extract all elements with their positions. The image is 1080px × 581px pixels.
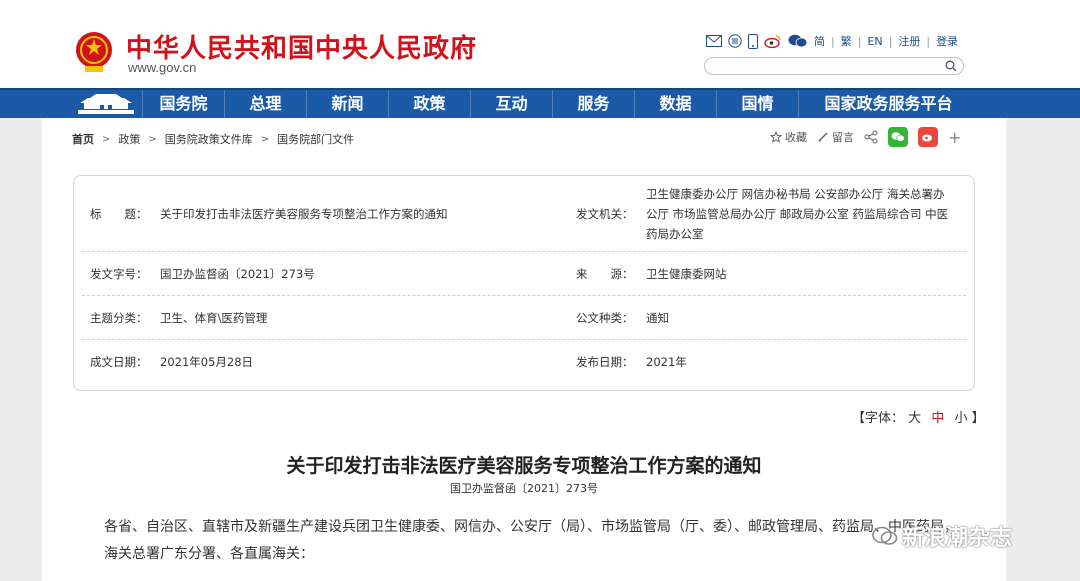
source-value: 卫生健康委网站: [646, 267, 727, 281]
nav-gov-service-platform[interactable]: 国家政务服务平台: [798, 90, 978, 118]
issuer-label: 发文机关：: [576, 207, 634, 221]
breadcrumb-policy-library[interactable]: 国务院政策文件库: [165, 131, 253, 147]
utility-bar: 简 | 繁 | EN | 注册 | 登录: [706, 32, 958, 50]
font-size-switcher: 【字体： 大 中 小 】: [852, 411, 985, 426]
weibo-icon[interactable]: [764, 34, 782, 48]
share-weibo-button[interactable]: [918, 127, 938, 147]
breadcrumb-policy[interactable]: 政策: [118, 131, 140, 147]
info-row-title: 标 题： 关于印发打击非法医疗美容服务专项整治工作方案的通知 发文机关： 卫生健…: [82, 176, 966, 252]
main-nav: 国务院 总理 新闻 政策 互动 服务 数据 国情 国家政务服务平台: [0, 88, 1080, 118]
nav-news[interactable]: 新闻: [306, 90, 388, 118]
reader-icon[interactable]: [728, 34, 742, 48]
search-input[interactable]: [704, 57, 964, 75]
wechat-icon: [891, 132, 905, 142]
info-row-docno: 发文字号： 国卫办监督函〔2021〕273号 来 源： 卫生健康委网站: [82, 252, 966, 296]
docno-value: 国卫办监督函〔2021〕273号: [160, 267, 315, 281]
pencil-icon: [818, 132, 828, 142]
nav-national-info[interactable]: 国情: [716, 90, 798, 118]
message-button[interactable]: 留言: [817, 129, 854, 145]
document-body: 各省、自治区、直辖市及新疆生产建设兵团卫生健康委、网信办、公安厅（局）、市场监管…: [104, 519, 958, 562]
type-value: 通知: [646, 311, 669, 325]
document-title: 关于印发打击非法医疗美容服务专项整治工作方案的通知: [286, 455, 762, 477]
chevron-right-icon: >: [148, 133, 157, 145]
page-tools: 收藏 留言 +: [770, 127, 961, 147]
topic-value: 卫生、体育\医药管理: [160, 311, 268, 325]
lang-english[interactable]: EN: [867, 35, 882, 48]
breadcrumb-dept-docs[interactable]: 国务院部门文件: [277, 131, 354, 147]
nav-state-council[interactable]: 国务院: [142, 90, 224, 118]
nav-premier[interactable]: 总理: [224, 90, 306, 118]
docno-label: 发文字号：: [90, 267, 148, 281]
title-value: 关于印发打击非法医疗美容服务专项整治工作方案的通知: [160, 207, 448, 221]
favorite-button[interactable]: 收藏: [770, 129, 807, 145]
published-label: 发布日期：: [576, 355, 634, 369]
breadcrumb-home[interactable]: 首页: [72, 131, 94, 147]
tiananmen-logo-icon[interactable]: [70, 90, 142, 118]
site-header: 中华人民共和国中央人民政府 www.gov.cn 简 | 繁 | EN | 注册…: [0, 0, 1080, 88]
info-row-topic: 主题分类： 卫生、体育\医药管理 公文种类： 通知: [82, 296, 966, 340]
source-label: 来 源：: [576, 267, 634, 281]
document-number: 国卫办监督函〔2021〕273号: [450, 482, 598, 495]
more-share-icon[interactable]: +: [948, 128, 961, 147]
nav-policy[interactable]: 政策: [388, 90, 470, 118]
mail-icon[interactable]: [706, 35, 722, 47]
published-value: 2021年: [646, 355, 687, 369]
breadcrumb: 首页 > 政策 > 国务院政策文件库 > 国务院部门文件: [72, 131, 354, 147]
issuer-value: 卫生健康委办公厅 网信办秘书局 公安部办公厅 海关总署办公厅 市场监管总局办公厅…: [646, 187, 949, 241]
login-link[interactable]: 登录: [936, 33, 958, 49]
mobile-icon[interactable]: [748, 33, 758, 49]
info-row-dates: 成文日期： 2021年05月28日 发布日期： 2021年: [82, 340, 966, 384]
wechat-watermark-icon: [872, 526, 898, 545]
weibo-icon: [922, 134, 932, 142]
font-large-button[interactable]: 大: [908, 411, 921, 426]
created-label: 成文日期：: [90, 355, 148, 369]
nav-interaction[interactable]: 互动: [470, 90, 552, 118]
share-icon[interactable]: [864, 130, 878, 144]
doc-info-table: 标 题： 关于印发打击非法医疗美容服务专项整治工作方案的通知 发文机关： 卫生健…: [73, 175, 975, 391]
content-panel: 首页 > 政策 > 国务院政策文件库 > 国务院部门文件 收藏 留言 + 标 题…: [42, 118, 1006, 581]
lang-traditional[interactable]: 繁: [841, 33, 852, 49]
nav-data[interactable]: 数据: [634, 90, 716, 118]
nav-services[interactable]: 服务: [552, 90, 634, 118]
type-label: 公文种类：: [576, 311, 634, 325]
wechat-icon[interactable]: [788, 34, 808, 48]
lang-simplified[interactable]: 简: [814, 33, 825, 49]
title-label: 标 题：: [90, 207, 148, 221]
chevron-right-icon: >: [260, 133, 270, 145]
topic-label: 主题分类：: [90, 311, 148, 325]
font-small-button[interactable]: 小: [954, 411, 967, 426]
national-emblem-icon[interactable]: [74, 30, 114, 74]
share-wechat-button[interactable]: [888, 127, 908, 147]
site-domain: www.gov.cn: [128, 60, 197, 75]
font-medium-button[interactable]: 中: [931, 411, 944, 426]
nav-items: 国务院 总理 新闻 政策 互动 服务 数据 国情 国家政务服务平台: [142, 90, 978, 118]
watermark: 新浪潮杂志: [872, 520, 1012, 552]
register-link[interactable]: 注册: [898, 33, 920, 49]
search-icon[interactable]: [945, 60, 957, 72]
chevron-right-icon: >: [102, 133, 111, 145]
star-icon: [770, 131, 782, 143]
created-value: 2021年05月28日: [160, 355, 254, 369]
